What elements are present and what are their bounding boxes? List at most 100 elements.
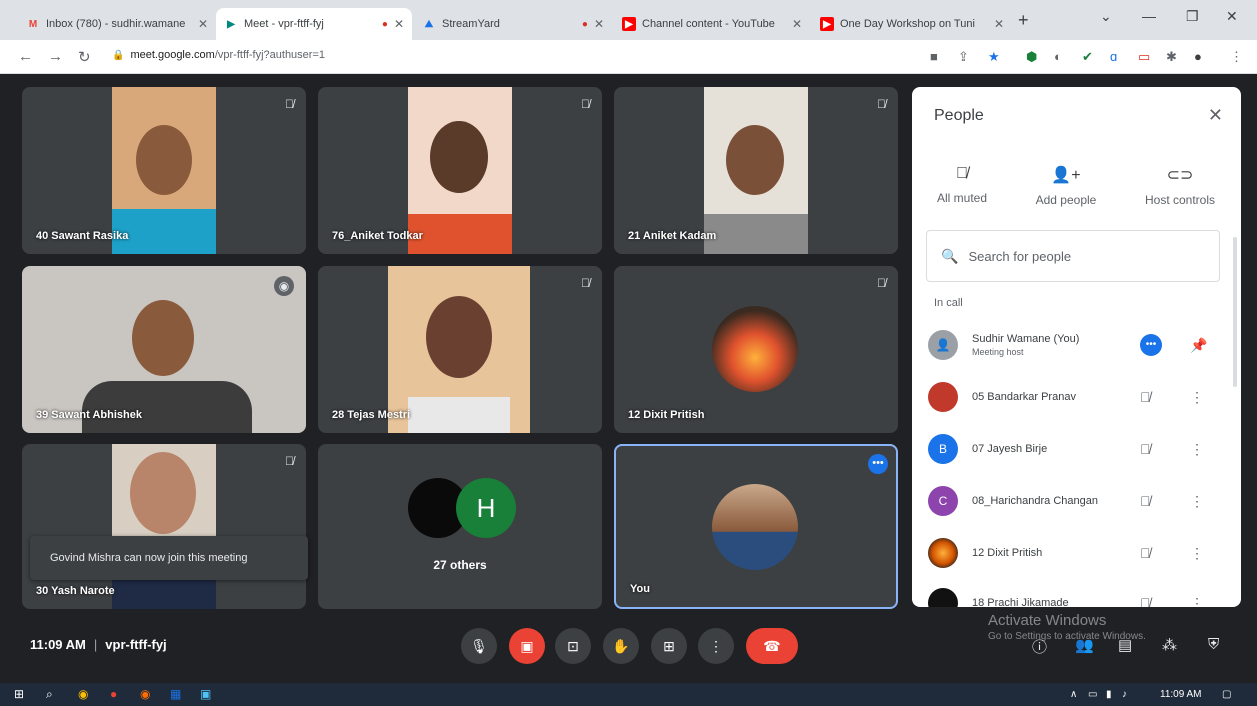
share-icon[interactable]: ⇪ bbox=[958, 49, 969, 65]
activities-icon[interactable]: ⁂ bbox=[1162, 636, 1177, 654]
browser-tab-bar: M Inbox (780) - sudhir.wamane ✕ ▶ Meet -… bbox=[0, 0, 1257, 40]
maximize-icon[interactable]: ❐ bbox=[1186, 8, 1199, 25]
participant-row[interactable]: 👤 Sudhir Wamane (You) Meeting host ••• 📌 bbox=[928, 323, 1228, 367]
app-icon[interactable]: ▣ bbox=[200, 687, 211, 701]
chat-icon[interactable]: ▤ bbox=[1118, 636, 1132, 654]
captions-button[interactable]: ⊡ bbox=[555, 628, 591, 664]
participant-row[interactable]: C 08_Harichandra Changan 🎙̸ ⋮ bbox=[928, 479, 1228, 523]
extension-icon[interactable]: ⬢ bbox=[1026, 49, 1037, 65]
taskbar-clock[interactable]: 11:09 AM bbox=[1160, 689, 1202, 700]
host-controls-button[interactable]: ⊂⊃ Host controls bbox=[1130, 165, 1230, 207]
video-tile[interactable]: 🎙̸ 12 Dixit Pritish bbox=[614, 266, 898, 433]
camera-off-icon: ▣ bbox=[520, 637, 534, 654]
video-tile[interactable]: ◉ 39 Sawant Abhishek bbox=[22, 266, 306, 433]
raise-hand-button[interactable]: ✋ bbox=[603, 628, 639, 664]
video-tile[interactable]: 🎙̸ 40 Sawant Rasika bbox=[22, 87, 306, 254]
participant-row[interactable]: 18 Prachi Jikamade 🎙̸ ⋮ bbox=[928, 581, 1228, 607]
more-vert-icon[interactable]: ⋮ bbox=[1190, 441, 1204, 458]
more-vert-icon[interactable]: ⋮ bbox=[1190, 493, 1204, 510]
participant-row[interactable]: 05 Bandarkar Pranav 🎙̸ ⋮ bbox=[928, 375, 1228, 419]
more-options-button[interactable]: ⋮ bbox=[698, 628, 734, 664]
camera-icon[interactable]: ■ bbox=[930, 49, 938, 64]
tab-gmail[interactable]: M Inbox (780) - sudhir.wamane ✕ bbox=[18, 8, 216, 40]
puzzle-icon[interactable]: ✱ bbox=[1166, 49, 1177, 65]
windows-start-icon[interactable]: ⊞ bbox=[14, 687, 24, 701]
windows-taskbar: ⊞ ⌕ ◉ ● ◉ ▦ ▣ ∧ ▭ ▮ ♪ 11:09 AM ▢ bbox=[0, 683, 1257, 706]
volume-icon[interactable]: ♪ bbox=[1122, 689, 1127, 700]
close-icon[interactable]: ✕ bbox=[394, 17, 404, 31]
video-tile[interactable]: 🎙̸ 28 Tejas Mestri bbox=[318, 266, 602, 433]
app-icon[interactable]: ▦ bbox=[170, 687, 181, 701]
video-tile-others[interactable]: H 27 others bbox=[318, 444, 602, 609]
mic-off-icon: 🎙̸ bbox=[1140, 389, 1151, 405]
add-people-button[interactable]: 👤+ Add people bbox=[1016, 165, 1116, 207]
extension-icon[interactable]: ɑ bbox=[1110, 49, 1117, 64]
participant-video bbox=[112, 87, 216, 254]
video-tile[interactable]: 🎙̸ 30 Yash Narote bbox=[22, 444, 306, 609]
forward-icon[interactable]: → bbox=[48, 48, 63, 65]
battery-icon[interactable]: ▮ bbox=[1106, 689, 1112, 700]
extension-icon[interactable]: ◐ bbox=[1054, 49, 1062, 64]
mic-button[interactable]: 🎙 bbox=[461, 628, 497, 664]
participant-face bbox=[430, 121, 488, 193]
close-icon[interactable]: ✕ bbox=[994, 17, 1004, 31]
more-options-icon[interactable]: ••• bbox=[868, 454, 888, 474]
tray-chevron-icon[interactable]: ∧ bbox=[1070, 689, 1077, 700]
participant-name: 28 Tejas Mestri bbox=[332, 409, 411, 421]
close-icon[interactable]: ✕ bbox=[1208, 105, 1223, 126]
people-icon[interactable]: 👥 bbox=[1075, 636, 1094, 654]
pin-icon[interactable]: 📌 bbox=[1190, 337, 1207, 354]
recording-icon[interactable]: ● bbox=[110, 687, 117, 701]
video-tile[interactable]: 🎙̸ 76_Aniket Todkar bbox=[318, 87, 602, 254]
more-vert-icon[interactable]: ⋮ bbox=[1190, 389, 1204, 406]
tab-search-icon[interactable]: ⌄ bbox=[1100, 8, 1112, 25]
tray-icon[interactable]: ▭ bbox=[1088, 689, 1097, 700]
chrome-icon[interactable]: ◉ bbox=[78, 687, 88, 701]
close-icon[interactable]: ✕ bbox=[198, 17, 208, 31]
more-vert-icon[interactable]: ⋮ bbox=[1190, 545, 1204, 562]
scrollbar[interactable] bbox=[1233, 237, 1237, 387]
reload-icon[interactable]: ↻ bbox=[78, 48, 91, 66]
close-window-icon[interactable]: ✕ bbox=[1226, 8, 1238, 25]
participant-row[interactable]: 12 Dixit Pritish 🎙̸ ⋮ bbox=[928, 531, 1228, 575]
recording-dot-icon: ● bbox=[581, 18, 588, 30]
host-controls-icon[interactable]: ⛨ bbox=[1208, 636, 1219, 653]
new-tab-icon[interactable]: + bbox=[1018, 10, 1029, 31]
video-tile-self[interactable]: ••• You bbox=[614, 444, 898, 609]
minimize-icon[interactable]: — bbox=[1142, 8, 1156, 24]
tab-youtube-channel[interactable]: ▶ Channel content - YouTube ✕ bbox=[614, 8, 810, 40]
close-icon[interactable]: ✕ bbox=[594, 17, 604, 31]
participant-shirt bbox=[704, 214, 808, 254]
bookmark-star-icon[interactable]: ★ bbox=[988, 49, 1000, 65]
more-vert-icon[interactable]: ⋮ bbox=[1190, 595, 1204, 608]
extension-icon[interactable]: ▭ bbox=[1138, 49, 1150, 65]
profile-avatar-icon[interactable]: ● bbox=[1194, 49, 1202, 64]
menu-icon[interactable]: ⋮ bbox=[1230, 49, 1243, 65]
present-button[interactable]: ⊞ bbox=[651, 628, 687, 664]
tab-youtube-workshop[interactable]: ▶ One Day Workshop on Tuni ✕ bbox=[812, 8, 1012, 40]
mic-icon: 🎙 bbox=[470, 637, 488, 654]
participant-row[interactable]: B 07 Jayesh Birje 🎙̸ ⋮ bbox=[928, 427, 1228, 471]
check-icon[interactable]: ✔ bbox=[1082, 49, 1093, 65]
search-people-input[interactable]: 🔍 Search for people bbox=[926, 230, 1220, 282]
notifications-icon[interactable]: ▢ bbox=[1222, 689, 1231, 700]
back-icon[interactable]: ← bbox=[18, 48, 33, 65]
tab-meet[interactable]: ▶ Meet - vpr-ftff-fyj ● ✕ bbox=[216, 8, 412, 40]
tab-streamyard[interactable]: ⛰ StreamYard ● ✕ bbox=[414, 8, 612, 40]
more-options-icon[interactable]: ••• bbox=[1140, 334, 1162, 356]
participant-name: 12 Dixit Pritish bbox=[628, 409, 705, 421]
avatar: 👤 bbox=[928, 330, 958, 360]
app-icon[interactable]: ◉ bbox=[140, 687, 150, 701]
mic-off-icon: 🎙̸ bbox=[581, 97, 590, 111]
mic-off-icon: 🎙̸ bbox=[1140, 595, 1151, 607]
present-screen-icon: ⊞ bbox=[663, 637, 675, 654]
leave-call-button[interactable]: ☎ bbox=[746, 628, 798, 664]
mic-off-icon: 🎙̸ bbox=[285, 454, 294, 468]
all-muted-button[interactable]: 🎙̸ All muted bbox=[912, 165, 1012, 205]
url-field[interactable]: 🔒 meet.google.com/vpr-ftff-fyj?authuser=… bbox=[112, 49, 325, 61]
close-icon[interactable]: ✕ bbox=[792, 17, 802, 31]
video-tile[interactable]: 🎙̸ 21 Aniket Kadam bbox=[614, 87, 898, 254]
info-icon[interactable]: ⓘ bbox=[1032, 636, 1047, 657]
camera-button[interactable]: ▣ bbox=[509, 628, 545, 664]
search-icon[interactable]: ⌕ bbox=[46, 687, 53, 702]
